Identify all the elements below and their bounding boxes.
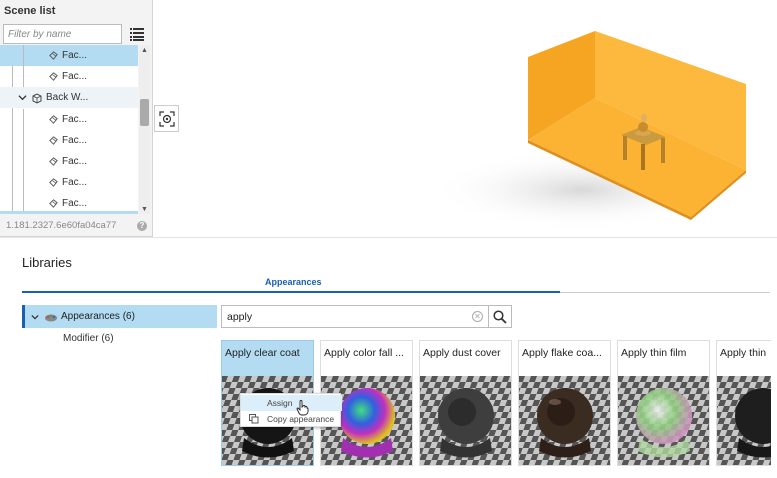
card-thumbnail: [618, 376, 709, 465]
card-label: Apply thin: [720, 347, 767, 359]
assign-menu-item[interactable]: Assign: [241, 395, 342, 411]
libraries-title: Libraries: [22, 255, 72, 270]
face-icon: [49, 136, 58, 145]
tree-item-label: Fac...: [62, 50, 88, 61]
appearance-search-input[interactable]: [221, 305, 489, 328]
list-view-icon[interactable]: [130, 27, 144, 41]
copy-appearance-menu-item[interactable]: Copy appearance: [241, 411, 342, 427]
card-label: Apply dust cover: [423, 347, 501, 359]
scene-list-title: Scene list: [4, 5, 56, 17]
tree-item-face[interactable]: Fac...: [0, 130, 138, 151]
search-icon: [493, 309, 507, 324]
card-label: Apply thin film: [621, 347, 687, 359]
face-icon: [49, 51, 58, 60]
tree-item-face[interactable]: Fac...: [0, 109, 138, 130]
scroll-thumb[interactable]: [140, 99, 149, 126]
card-label: Apply color fall ...: [324, 347, 404, 359]
filter-input[interactable]: [3, 24, 122, 44]
tree-item-face[interactable]: Fac...: [0, 66, 138, 87]
version-text: 1.181.2327.6e60fa04ca77: [6, 220, 117, 231]
section-divider: [0, 237, 777, 238]
tab-appearances[interactable]: Appearances: [265, 277, 322, 287]
subcategory-modifier[interactable]: Modifier (6): [63, 333, 114, 344]
appearance-card[interactable]: Apply dust cover: [419, 340, 512, 466]
zoom-to-fit-button[interactable]: [154, 105, 179, 132]
scroll-down-icon[interactable]: ▼: [141, 206, 148, 213]
tab-underline: [560, 292, 770, 293]
tree-item-label: Fac...: [62, 135, 88, 146]
tree-item-face[interactable]: Fac...: [0, 172, 138, 193]
part-icon: [32, 92, 42, 104]
assign-label: Assign: [267, 398, 293, 408]
tree-item-face[interactable]: Fac...: [0, 151, 138, 172]
search-button[interactable]: [488, 305, 512, 328]
app-root: Scene list Fac... Fac... Back: [0, 0, 777, 478]
scene-list-panel: Scene list Fac... Fac... Back: [0, 0, 153, 237]
card-thumbnail: [420, 376, 511, 465]
tree-item-label: Fac...: [62, 114, 88, 125]
tree-next-selected-row: [0, 211, 138, 214]
clear-search-icon[interactable]: ✕: [472, 311, 483, 322]
help-icon[interactable]: ?: [137, 221, 147, 231]
face-icon: [49, 72, 58, 81]
appearance-card[interactable]: Apply thin film: [617, 340, 710, 466]
appearance-card[interactable]: Apply flake coa...: [518, 340, 611, 466]
tree-item-back-wall[interactable]: Back W...: [0, 87, 138, 108]
tree-item-label: Fac...: [62, 177, 88, 188]
card-thumbnail: [717, 376, 771, 465]
3d-viewport[interactable]: [181, 0, 777, 237]
tree-item-face[interactable]: Fac...: [0, 45, 138, 66]
face-icon: [49, 157, 58, 166]
tab-active-underline: [22, 291, 560, 293]
face-icon: [49, 178, 58, 187]
context-menu: Assign Copy appearance: [240, 393, 342, 427]
tree-item-label: Fac...: [62, 156, 88, 167]
appearance-card[interactable]: Apply thin: [716, 340, 771, 466]
chevron-down-icon[interactable]: [31, 313, 39, 321]
zoom-fit-icon: [158, 110, 175, 127]
card-thumbnail: [519, 376, 610, 465]
chevron-down-icon[interactable]: [18, 93, 27, 102]
face-icon: [49, 199, 58, 208]
hand-cursor-icon: [296, 400, 309, 416]
tree-item-label: Fac...: [62, 71, 88, 82]
face-icon: [49, 115, 58, 124]
scroll-up-icon[interactable]: ▲: [141, 47, 148, 54]
tree-item-label: Fac...: [62, 198, 88, 209]
tree-scrollbar[interactable]: ▲ ▼: [139, 45, 150, 214]
scene-tree: Fac... Fac... Back W... Fac... Fac... Fa…: [0, 45, 138, 214]
card-label: Apply clear coat: [225, 347, 300, 359]
category-appearances[interactable]: Appearances (6): [22, 305, 217, 328]
appearance-library-icon: [45, 314, 57, 321]
copy-icon: [249, 414, 259, 424]
card-label: Apply flake coa...: [522, 347, 602, 359]
category-label: Appearances (6): [61, 311, 135, 322]
tree-item-label: Back W...: [46, 92, 89, 103]
